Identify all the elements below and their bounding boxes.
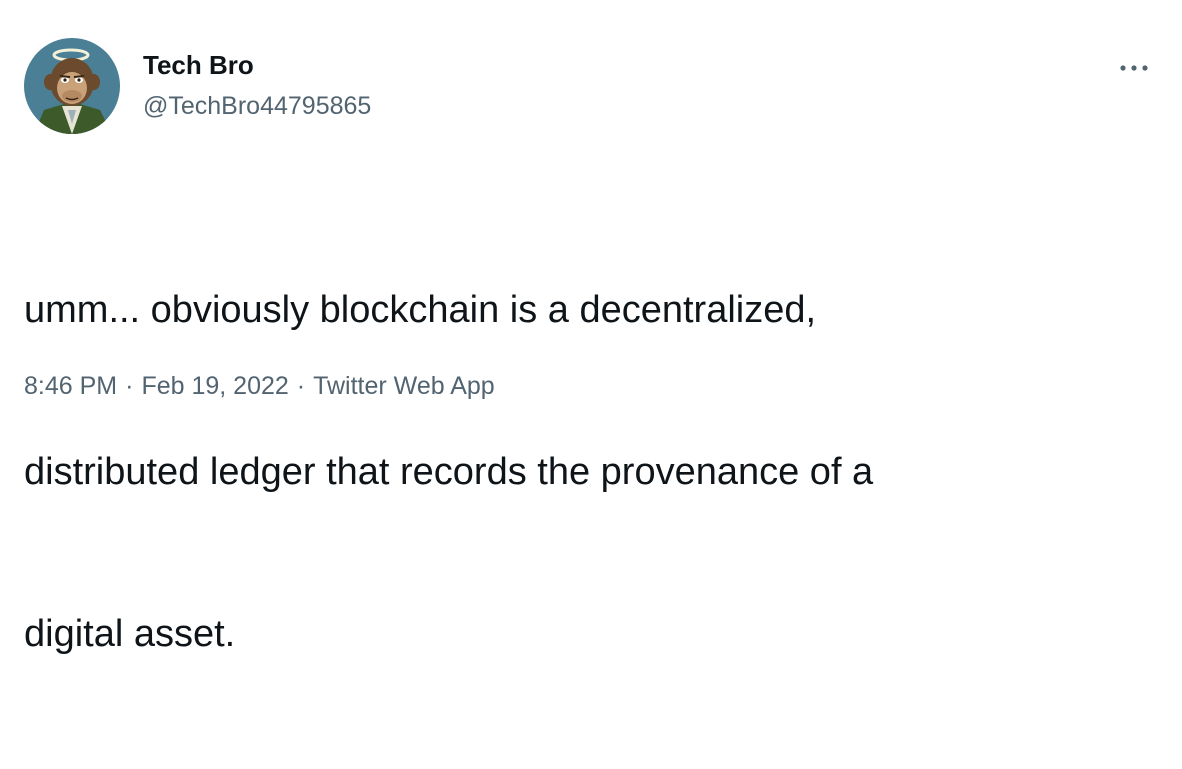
- tweet-text-line: digital asset.: [24, 613, 236, 655]
- author-display-name[interactable]: Tech Bro: [143, 50, 254, 80]
- tweet-card: Tech Bro @TechBro44795865 umm... obvious…: [0, 0, 1182, 655]
- tweet-text-line: umm... obviously blockchain is a decentr…: [24, 289, 817, 331]
- tweet-text-line: distributed ledger that records the prov…: [24, 451, 874, 493]
- meta-separator: ·: [125, 372, 134, 400]
- meta-separator: ·: [296, 372, 306, 400]
- avatar[interactable]: [24, 38, 120, 134]
- ape-avatar-icon: [24, 38, 120, 134]
- tweet-source[interactable]: Twitter Web App: [313, 368, 495, 404]
- ellipsis-icon: [1120, 65, 1148, 71]
- more-options-button[interactable]: [1114, 54, 1154, 82]
- author-handle[interactable]: @TechBro44795865: [143, 91, 371, 121]
- tweet-time[interactable]: 8:46 PM: [24, 368, 117, 404]
- tweet-metadata: 8:46 PM · Feb 19, 2022 · Twitter Web App: [24, 368, 495, 404]
- tweet-text: umm... obviously blockchain is a decentr…: [24, 175, 1154, 769]
- tweet-date[interactable]: Feb 19, 2022: [141, 368, 288, 404]
